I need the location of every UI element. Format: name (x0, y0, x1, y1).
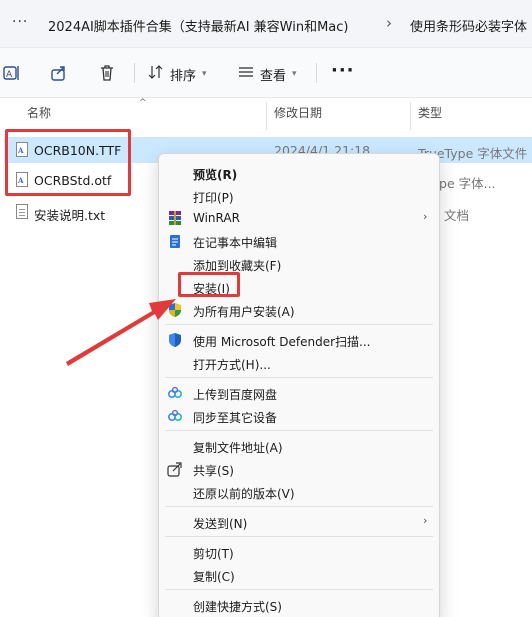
menu-item-sync-devices[interactable]: 同步至其它设备 (159, 405, 439, 427)
toolbar-divider (134, 63, 135, 83)
menu-item-label: 为所有用户安装(A) (193, 305, 295, 319)
menu-item-create-shortcut[interactable]: 创建快捷方式(S) (159, 594, 439, 616)
shield-icon (167, 302, 183, 318)
menu-item-label: 发送到(N) (193, 517, 248, 531)
baidu-cloud-icon (167, 385, 183, 401)
menu-item-open-with[interactable]: 打开方式(H)... (159, 352, 439, 374)
text-file-icon (16, 204, 28, 219)
winrar-icon (167, 210, 183, 226)
defender-shield-icon (167, 332, 183, 348)
sort-icon (148, 64, 164, 84)
share-icon (167, 461, 183, 477)
rename-icon[interactable]: A (3, 64, 21, 82)
menu-item-restore-versions[interactable]: 还原以前的版本(V) (159, 481, 439, 503)
highlight-box-files (5, 129, 131, 196)
breadcrumb-item-current[interactable]: 使用条形码必装字体 (410, 16, 527, 35)
highlight-box-install (178, 272, 240, 297)
submenu-arrow-icon: › (423, 514, 428, 527)
menu-separator (165, 430, 433, 431)
more-options-button[interactable]: ··· (331, 60, 355, 81)
menu-item-label: 在记事本中编辑 (193, 236, 278, 250)
menu-item-print[interactable]: 打印(P) (159, 185, 439, 207)
column-divider[interactable] (410, 102, 411, 130)
file-type: 文档 (444, 208, 470, 223)
menu-item-cut[interactable]: 剪切(T) (159, 541, 439, 563)
menu-separator (165, 589, 433, 590)
menu-item-label: 使用 Microsoft Defender扫描... (193, 335, 371, 349)
menu-separator (165, 536, 433, 537)
file-name: 安装说明.txt (34, 208, 106, 223)
toolbar: A 排序 ▾ 查看 ▾ ··· (0, 48, 532, 98)
menu-item-label: WinRAR (193, 211, 240, 225)
chevron-down-icon: ▾ (202, 69, 207, 79)
menu-item-label: 上传到百度网盘 (193, 388, 278, 402)
menu-item-label: 打印(P) (193, 191, 234, 205)
breadcrumb-more-button[interactable]: ··· (12, 14, 28, 30)
sort-button[interactable]: 排序 ▾ (148, 64, 207, 84)
menu-item-label: 复制(C) (193, 570, 235, 584)
context-menu: 预览(R) 打印(P) WinRAR › 在记事本中编辑 添加到收藏夹(F) 安… (158, 153, 440, 617)
share-icon[interactable] (50, 64, 68, 82)
menu-item-copy[interactable]: 复制(C) (159, 564, 439, 586)
delete-icon[interactable] (98, 64, 116, 82)
chevron-down-icon: ▾ (292, 69, 297, 79)
breadcrumb-item-parent[interactable]: 2024AI脚本插件合集（支持最新AI 兼容Win和Mac) (48, 16, 349, 35)
menu-item-baidu-upload[interactable]: 上传到百度网盘 (159, 382, 439, 404)
menu-item-winrar[interactable]: WinRAR › (159, 207, 439, 229)
view-icon (238, 64, 254, 84)
column-divider[interactable] (266, 102, 267, 130)
menu-item-label: 创建快捷方式(S) (193, 600, 282, 614)
menu-item-share[interactable]: 共享(S) (159, 458, 439, 480)
sort-ascending-icon: ^ (139, 98, 147, 108)
toolbar-divider (316, 63, 317, 83)
column-header-date[interactable]: 修改日期 (274, 104, 322, 128)
menu-item-preview[interactable]: 预览(R) (159, 162, 439, 184)
menu-item-install-all-users[interactable]: 为所有用户安装(A) (159, 299, 439, 321)
notepad-icon (167, 233, 183, 249)
menu-item-label: 剪切(T) (193, 547, 234, 561)
menu-separator (165, 324, 433, 325)
column-header-type[interactable]: 类型 (418, 104, 442, 128)
view-label: 查看 (260, 68, 287, 84)
menu-separator (165, 377, 433, 378)
baidu-cloud-icon (167, 408, 183, 424)
menu-item-label: 打开方式(H)... (193, 358, 271, 372)
sort-label: 排序 (170, 68, 197, 84)
menu-separator (165, 506, 433, 507)
menu-item-label: 共享(S) (193, 464, 234, 478)
menu-item-edit-notepad[interactable]: 在记事本中编辑 (159, 230, 439, 252)
menu-item-copy-path[interactable]: 复制文件地址(A) (159, 435, 439, 457)
menu-item-label: 同步至其它设备 (193, 411, 278, 425)
breadcrumb-separator-icon[interactable]: › (386, 14, 392, 32)
menu-item-label: 还原以前的版本(V) (193, 487, 295, 501)
view-button[interactable]: 查看 ▾ (238, 64, 297, 84)
submenu-arrow-icon: › (423, 210, 428, 223)
menu-item-label: 预览(R) (193, 168, 238, 182)
breadcrumb: ··· 2024AI脚本插件合集（支持最新AI 兼容Win和Mac) › 使用条… (0, 0, 532, 48)
menu-item-defender-scan[interactable]: 使用 Microsoft Defender扫描... (159, 329, 439, 351)
menu-item-label: 复制文件地址(A) (193, 441, 283, 455)
svg-text:A: A (6, 70, 13, 80)
column-header-name[interactable]: 名称 (27, 104, 51, 128)
menu-item-send-to[interactable]: 发送到(N) › (159, 511, 439, 533)
